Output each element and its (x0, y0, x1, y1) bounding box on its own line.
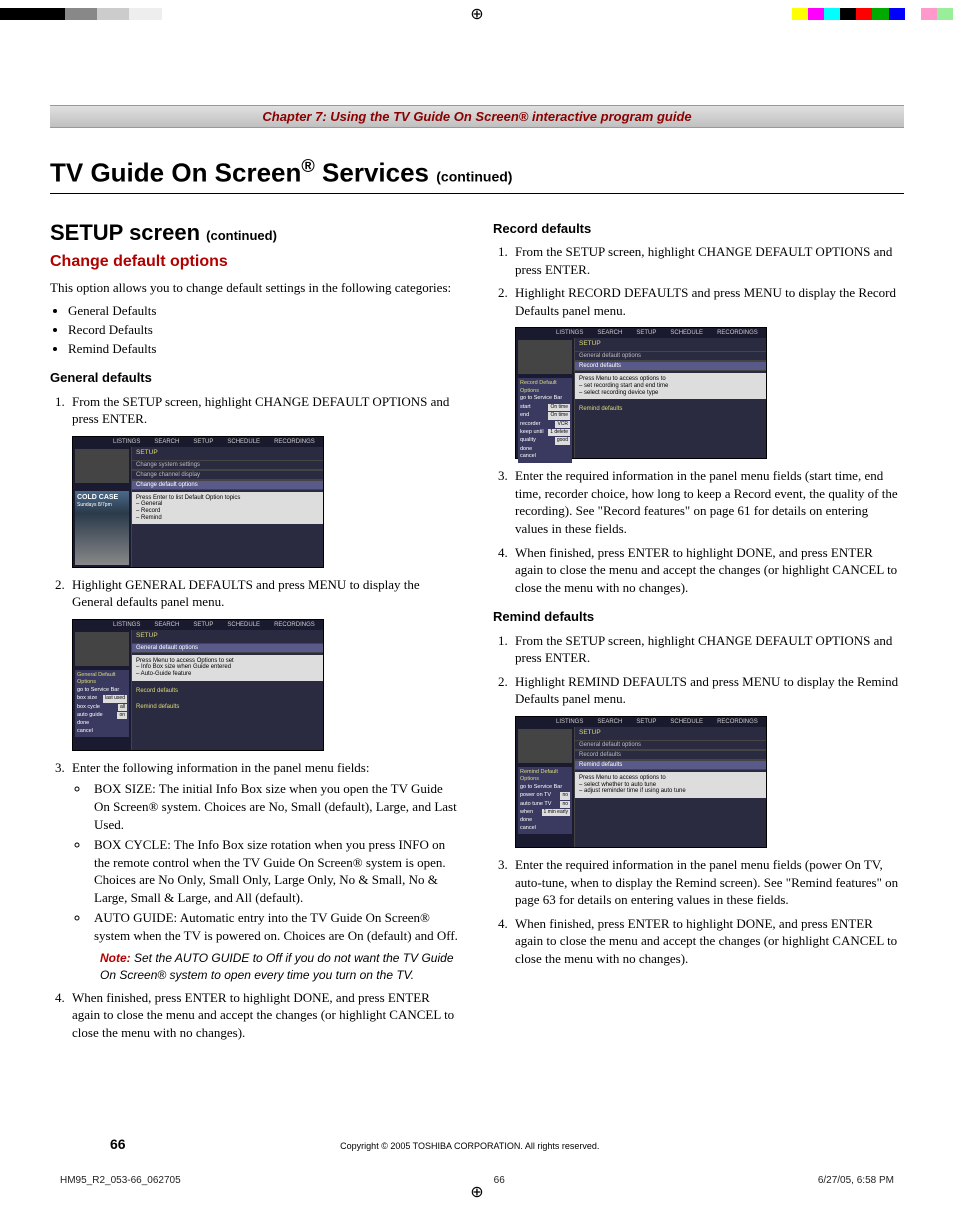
ss2-panel-sub: go to Service Bar (77, 687, 127, 694)
general-step-3-box-size: BOX SIZE: The initial Info Box size when… (90, 780, 461, 833)
copyright-text: Copyright © 2005 TOSHIBA CORPORATION. Al… (126, 1141, 814, 1151)
ss1-info: Press Enter to list Default Option topic… (132, 492, 323, 524)
setup-heading-text: SETUP screen (50, 220, 200, 245)
ss3-section-rem: Remind defaults (575, 403, 766, 415)
general-step-1: From the SETUP screen, highlight CHANGE … (68, 393, 461, 428)
general-steps-cont: Highlight GENERAL DEFAULTS and press MEN… (68, 576, 461, 611)
record-step-1: From the SETUP screen, highlight CHANGE … (511, 243, 904, 278)
auto-guide-note: Note: Set the AUTO GUIDE to Off if you d… (100, 950, 461, 982)
screenshot-record-defaults: LISTINGSSEARCHSETUPSCHEDULERECORDINGS Re… (515, 327, 767, 459)
intro-text: This option allows you to change default… (50, 279, 461, 297)
ss3-panel-sub: go to Service Bar (520, 395, 570, 402)
setup-heading: SETUP screen (continued) (50, 218, 461, 248)
ss4-panel-sub: go to Service Bar (520, 784, 570, 791)
title-continued: (continued) (436, 169, 512, 185)
page-mid: 66 (494, 1175, 505, 1186)
remind-step-4: When finished, press ENTER to highlight … (511, 915, 904, 968)
ss2-panel-title: General Default Options (77, 672, 127, 687)
ss4-line2: Record defaults (575, 750, 766, 760)
general-step-3-text: Enter the following information in the p… (72, 760, 369, 775)
left-column: SETUP screen (continued) Change default … (50, 218, 461, 1050)
right-column: Record defaults From the SETUP screen, h… (493, 218, 904, 1050)
ss3-cancel: cancel (520, 453, 570, 460)
note-text: Set the AUTO GUIDE to Off if you do not … (100, 951, 454, 981)
ss2-cancel: cancel (77, 728, 127, 735)
record-step-3: Enter the required information in the pa… (511, 467, 904, 537)
record-step-4: When finished, press ENTER to highlight … (511, 544, 904, 597)
ss4-line1: General default options (575, 740, 766, 750)
record-defaults-heading: Record defaults (493, 220, 904, 238)
ss1-show-meta: Sundays 8/7pm (77, 502, 127, 509)
ss4-line3: Remind defaults (575, 760, 766, 770)
screenshot-change-default-options: LISTINGSSEARCHSETUPSCHEDULERECORDINGS CO… (72, 436, 324, 568)
doc-id: HM95_R2_053-66_062705 (60, 1175, 181, 1186)
ss3-done: done (520, 446, 570, 453)
record-step-2: Highlight RECORD DEFAULTS and press MENU… (511, 284, 904, 319)
registration-mark-bottom: ⊕ (470, 1182, 483, 1202)
change-default-heading: Change default options (50, 251, 461, 273)
general-steps: From the SETUP screen, highlight CHANGE … (68, 393, 461, 428)
ss1-show-title: COLD CASE (77, 493, 127, 502)
ss2-done: done (77, 720, 127, 727)
screenshot-remind-defaults: LISTINGSSEARCHSETUPSCHEDULERECORDINGS Re… (515, 716, 767, 848)
ss1-line3: Change default options (132, 480, 323, 490)
record-steps-cont: Enter the required information in the pa… (511, 467, 904, 596)
ss1-line1: Change system settings (132, 460, 323, 470)
general-defaults-heading: General defaults (50, 369, 461, 387)
ss3-panel-title: Record Default Options (520, 380, 570, 395)
ss2-line1: General default options (132, 643, 323, 653)
remind-step-3: Enter the required information in the pa… (511, 856, 904, 909)
ss1-header: SETUP (132, 447, 323, 460)
ss3-info: Press Menu to access options to – set re… (575, 373, 766, 399)
title-main: TV Guide On Screen (50, 158, 301, 188)
general-step-3: Enter the following information in the p… (68, 759, 461, 983)
timestamp: 6/27/05, 6:58 PM (818, 1175, 894, 1186)
bullet-general: General Defaults (68, 302, 461, 320)
page-footer: 66 Copyright © 2005 TOSHIBA CORPORATION.… (110, 1136, 844, 1152)
general-step-3-auto-guide: AUTO GUIDE: Automatic entry into the TV … (90, 909, 461, 944)
title-reg: ® (301, 156, 314, 176)
ss4-info: Press Menu to access options to – select… (575, 772, 766, 798)
ss4-cancel: cancel (520, 825, 570, 832)
general-step-4: When finished, press ENTER to highlight … (68, 989, 461, 1042)
ss3-line1: General default options (575, 351, 766, 361)
record-steps: From the SETUP screen, highlight CHANGE … (511, 243, 904, 319)
remind-steps: From the SETUP screen, highlight CHANGE … (511, 632, 904, 708)
page-number: 66 (110, 1136, 126, 1152)
remind-defaults-heading: Remind defaults (493, 608, 904, 626)
ss2-section-rem: Remind defaults (132, 701, 323, 713)
ss4-panel-title: Remind Default Options (520, 769, 570, 784)
ss2-section-rec: Record defaults (132, 685, 323, 697)
note-label: Note: (100, 951, 131, 965)
remind-step-2: Highlight REMIND DEFAULTS and press MENU… (511, 673, 904, 708)
ss2-info: Press Menu to access Options to set – In… (132, 655, 323, 681)
page-title: TV Guide On Screen® Services (continued) (50, 156, 904, 194)
chapter-header: Chapter 7: Using the TV Guide On Screen®… (50, 105, 904, 128)
remind-step-1: From the SETUP screen, highlight CHANGE … (511, 632, 904, 667)
category-bullets: General Defaults Record Defaults Remind … (68, 302, 461, 357)
general-step-2: Highlight GENERAL DEFAULTS and press MEN… (68, 576, 461, 611)
ss4-done: done (520, 817, 570, 824)
title-sub: Services (315, 158, 436, 188)
ss4-header: SETUP (575, 727, 766, 740)
remind-steps-cont: Enter the required information in the pa… (511, 856, 904, 967)
general-steps-3: Enter the following information in the p… (68, 759, 461, 1041)
ss1-line2: Change channel display (132, 470, 323, 480)
bullet-record: Record Defaults (68, 321, 461, 339)
ss3-header: SETUP (575, 338, 766, 351)
setup-continued: (continued) (206, 228, 277, 243)
general-step-3-box-cycle: BOX CYCLE: The Info Box size rotation wh… (90, 836, 461, 906)
screenshot-general-defaults: LISTINGSSEARCHSETUPSCHEDULERECORDINGS Ge… (72, 619, 324, 751)
ss3-line2: Record defaults (575, 361, 766, 371)
registration-mark-top: ⊕ (470, 4, 483, 24)
ss2-header: SETUP (132, 630, 323, 643)
bullet-remind: Remind Defaults (68, 340, 461, 358)
